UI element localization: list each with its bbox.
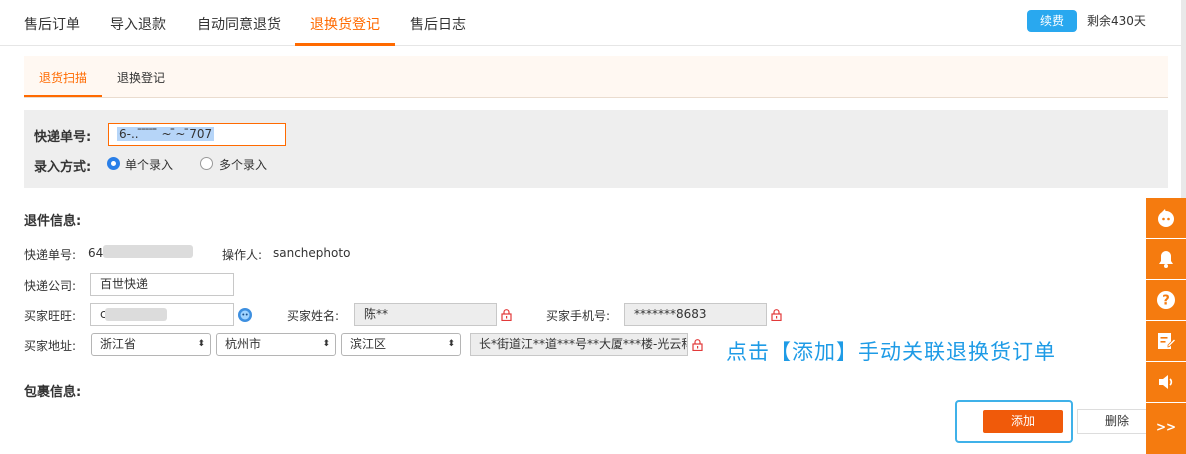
select-arrows-icon: ⬍ [322, 339, 330, 349]
expand-label: >> [1155, 420, 1177, 434]
buyer-name-label: 买家姓名: [287, 309, 340, 323]
floating-toolbar: ? >> [1146, 198, 1186, 454]
add-button[interactable]: 添加 [983, 410, 1063, 433]
tab-after-sales-orders[interactable]: 售后订单 [24, 14, 80, 34]
tracking-number-input[interactable]: 6-.. ̄ ̄ ̄ ̄ ̄̄ ~ ̄̄~ ̄707 [108, 123, 286, 146]
toolbar-announcement-button[interactable] [1146, 362, 1186, 403]
subtab-return-register[interactable]: 退换登记 [117, 69, 165, 86]
scan-panel: 快递单号: 6-.. ̄ ̄ ̄ ̄ ̄̄ ~ ̄̄~ ̄707 录入方式: 单… [24, 110, 1168, 188]
speaker-icon [1159, 375, 1173, 389]
active-subtab-indicator [24, 95, 102, 97]
renew-button[interactable]: 续费 [1027, 10, 1077, 32]
lock-icon[interactable] [692, 339, 703, 351]
toolbar-mascot-button[interactable] [1146, 198, 1186, 239]
return-tracking-value: 64 [88, 246, 104, 260]
buyer-wangwang-label: 买家旺旺: [24, 309, 77, 323]
tracking-number-label: 快递单号: [34, 130, 92, 145]
package-info-title: 包裹信息: [24, 385, 82, 400]
help-icon: ? [1157, 291, 1175, 309]
delete-button[interactable]: 删除 [1077, 409, 1157, 434]
radio-multiple-entry-label[interactable]: 多个录入 [219, 156, 267, 173]
active-tab-indicator [295, 43, 395, 46]
buyer-address-label: 买家地址: [24, 339, 77, 353]
mascot-icon [1158, 209, 1174, 227]
toolbar-notification-button[interactable] [1146, 239, 1186, 280]
buyer-phone-field: *******8683 [624, 303, 767, 326]
province-select[interactable]: 浙江省 ⬍ [91, 333, 211, 356]
lock-icon[interactable] [771, 309, 782, 321]
toolbar-help-button[interactable]: ? [1146, 280, 1186, 321]
sub-tabs: 退货扫描 退换登记 [24, 56, 1168, 98]
radio-multiple-entry[interactable] [200, 157, 213, 170]
tab-return-exchange-register[interactable]: 退换货登记 [310, 14, 380, 34]
city-value: 杭州市 [225, 337, 262, 351]
toolbar-expand-button[interactable]: >> [1146, 403, 1186, 454]
redacted-tracking [103, 245, 193, 258]
edit-note-icon [1158, 333, 1176, 349]
buyer-phone-label: 买家手机号: [546, 309, 611, 323]
return-tracking-label: 快递单号: [24, 248, 77, 262]
subtab-return-scan[interactable]: 退货扫描 [39, 69, 87, 86]
select-arrows-icon: ⬍ [197, 339, 205, 349]
operator-label: 操作人: [222, 248, 263, 262]
tab-after-sales-log[interactable]: 售后日志 [410, 14, 466, 34]
instruction-callout: 点击【添加】手动关联退换货订单 [726, 340, 1056, 364]
svg-text:?: ? [1162, 294, 1170, 309]
tab-import-refund[interactable]: 导入退款 [110, 14, 166, 34]
buyer-name-field: 陈** [354, 303, 497, 326]
radio-single-entry-label[interactable]: 单个录入 [125, 156, 173, 173]
street-address-field: 长*街道江**道***号**大厦***楼-光云科 [470, 333, 688, 356]
city-select[interactable]: 杭州市 ⬍ [216, 333, 336, 356]
bell-icon [1159, 251, 1173, 268]
return-info-title: 退件信息: [24, 214, 82, 229]
operator-value: sanchephoto [273, 246, 351, 260]
district-select[interactable]: 滨江区 ⬍ [341, 333, 461, 356]
tab-auto-agree-return[interactable]: 自动同意退货 [197, 14, 281, 34]
toolbar-feedback-button[interactable] [1146, 321, 1186, 362]
top-nav: 售后订单 导入退款 自动同意退货 退换货登记 售后日志 续费 剩余430天 [0, 0, 1186, 46]
redacted-wangwang [105, 308, 167, 321]
province-value: 浙江省 [100, 337, 137, 351]
remaining-days: 剩余430天 [1087, 14, 1146, 28]
wangwang-chat-icon[interactable] [237, 307, 253, 323]
entry-mode-label: 录入方式: [34, 160, 92, 175]
select-arrows-icon: ⬍ [447, 339, 455, 349]
tracking-number-value: 6-.. ̄ ̄ ̄ ̄ ̄̄ ~ ̄̄~ ̄707 [117, 127, 215, 141]
district-value: 滨江区 [350, 337, 387, 351]
lock-icon[interactable] [501, 309, 512, 321]
courier-input[interactable]: 百世快递 [90, 273, 234, 296]
radio-single-entry[interactable] [107, 157, 120, 170]
courier-label: 快递公司: [24, 279, 77, 293]
